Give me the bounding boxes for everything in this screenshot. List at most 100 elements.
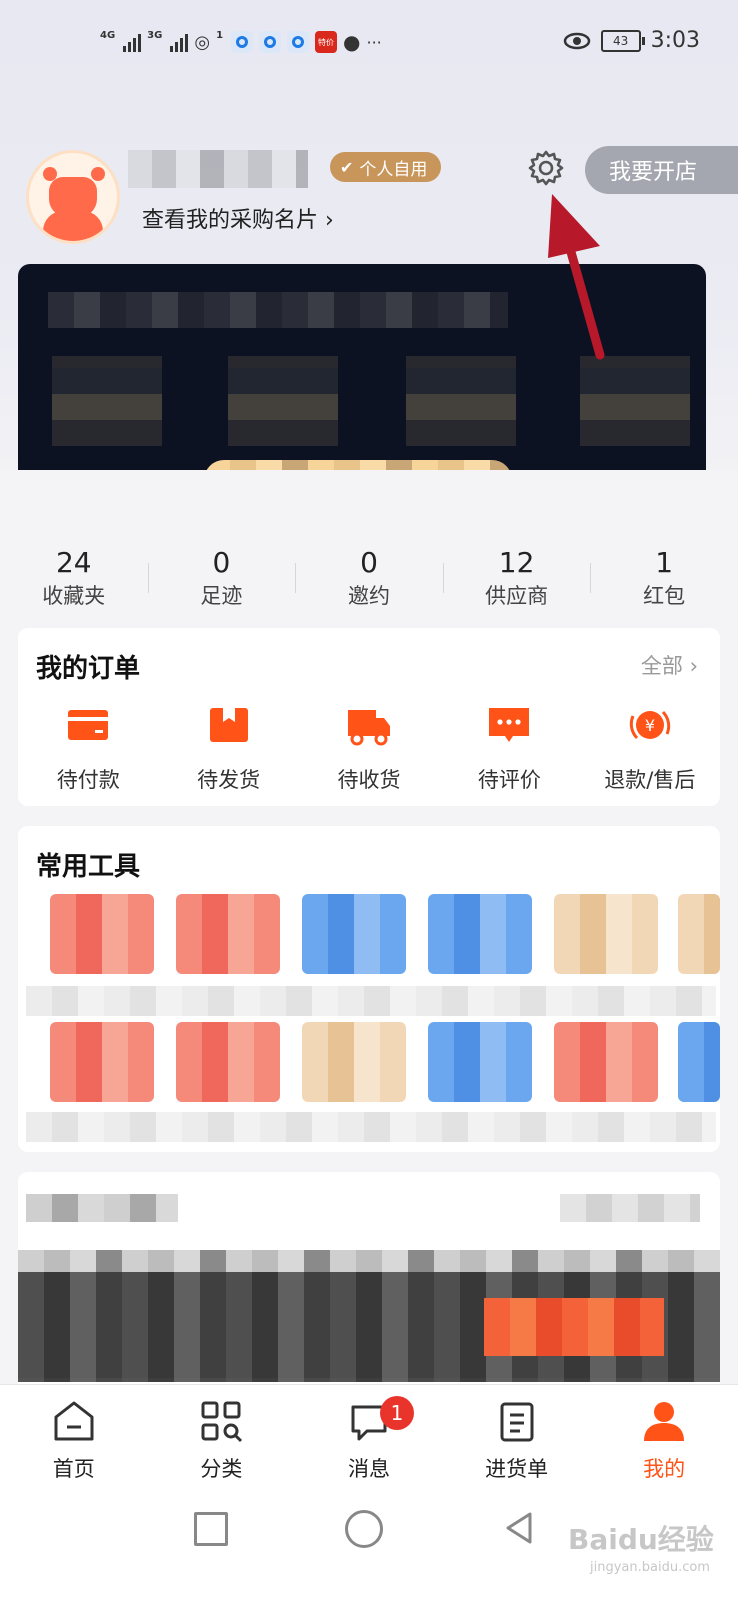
account-type-badge: ✔ 个人自用 xyxy=(330,152,442,182)
stat-label: 收藏夹 xyxy=(42,584,106,608)
avatar-ear xyxy=(91,167,105,181)
floating-banner-button-redacted[interactable] xyxy=(484,1298,664,1356)
avatar[interactable] xyxy=(26,150,120,244)
signal-3g-icon xyxy=(170,32,189,52)
settings-gear-icon[interactable] xyxy=(526,148,566,188)
tab-label: 我的 xyxy=(643,1457,686,1481)
tab-label: 分类 xyxy=(200,1457,243,1481)
app-badge-icon: 特价 xyxy=(315,31,338,53)
order-pending-review[interactable]: 待评价 xyxy=(439,702,579,794)
watermark-url: jingyan.baidu.com xyxy=(590,1560,710,1575)
orders-all-link[interactable]: 全部 › xyxy=(641,650,698,680)
refund-icon: ¥ xyxy=(629,710,670,740)
open-shop-button[interactable]: 我要开店 xyxy=(585,146,738,194)
stat-label: 邀约 xyxy=(347,584,390,608)
bottom-tab-bar: 首页 分类 消息 进货单 我的 xyxy=(0,1384,738,1491)
tool-item-redacted[interactable] xyxy=(50,1022,154,1102)
more-notifications-icon: ··· xyxy=(366,32,382,52)
status-bar: 4G 3G ◎ 1 特价 ● ··· 43 3:03 xyxy=(0,22,738,68)
tool-item-redacted[interactable] xyxy=(678,894,720,974)
tab-mine[interactable]: 我的 xyxy=(590,1385,738,1491)
category-icon xyxy=(201,1401,243,1443)
order-pending-payment[interactable]: 待付款 xyxy=(18,702,158,794)
recommendations-title-redacted xyxy=(26,1194,178,1222)
stat-value: 12 xyxy=(498,546,535,579)
stat-value: 0 xyxy=(212,546,231,579)
signal-4g-icon xyxy=(123,32,142,52)
avatar-body xyxy=(43,211,103,241)
member-benefit-redacted xyxy=(406,356,516,446)
comment-icon xyxy=(489,708,530,742)
tab-label: 首页 xyxy=(52,1457,95,1481)
tool-item-redacted[interactable] xyxy=(678,1022,720,1102)
order-label: 待收货 xyxy=(337,768,401,792)
member-benefit-redacted xyxy=(52,356,162,446)
stat-label: 红包 xyxy=(643,584,686,608)
home-button[interactable] xyxy=(345,1510,383,1548)
stat-value: 1 xyxy=(655,546,674,579)
hotspot-icon: ◎ xyxy=(194,31,211,53)
tool-labels-redacted xyxy=(26,1112,716,1142)
network-4g-label: 4G xyxy=(100,30,116,41)
tab-purchase-list[interactable]: 进货单 xyxy=(443,1385,591,1491)
tab-home[interactable]: 首页 xyxy=(0,1385,148,1491)
tool-item-redacted[interactable] xyxy=(428,894,532,974)
recent-apps-button[interactable] xyxy=(194,1512,228,1546)
member-benefit-redacted xyxy=(580,356,690,446)
tool-item-redacted[interactable] xyxy=(428,1022,532,1102)
status-right: 43 3:03 xyxy=(563,28,700,53)
message-count-badge: 1 xyxy=(380,1396,414,1430)
battery-icon: 43 xyxy=(600,29,645,52)
status-left: 4G 3G ◎ 1 特价 ● ··· xyxy=(100,30,382,54)
clipboard-icon xyxy=(500,1402,534,1442)
hotspot-count: 1 xyxy=(216,30,224,41)
back-button[interactable] xyxy=(500,1508,540,1548)
profile-icon xyxy=(644,1402,685,1441)
tools-title: 常用工具 xyxy=(36,852,141,882)
stats-row: 24 收藏夹 0 足迹 0 邀约 12 供应商 1 红包 xyxy=(0,545,738,615)
stat-value: 0 xyxy=(360,546,378,579)
order-refund[interactable]: ¥ 退款/售后 xyxy=(580,702,720,794)
stat-value: 24 xyxy=(55,546,92,579)
stat-invitations[interactable]: 0 邀约 xyxy=(295,545,443,615)
home-icon xyxy=(54,1401,94,1441)
watermark-text: Baidu经验 xyxy=(568,1523,714,1556)
app-notification-icon xyxy=(231,31,254,53)
tool-item-redacted[interactable] xyxy=(302,1022,406,1102)
card-icon xyxy=(68,710,109,740)
order-pending-receipt[interactable]: 待收货 xyxy=(299,702,439,794)
tab-label: 消息 xyxy=(347,1457,390,1481)
tool-item-redacted[interactable] xyxy=(176,894,280,974)
tool-item-redacted[interactable] xyxy=(176,1022,280,1102)
badge-label: 个人自用 xyxy=(359,159,428,180)
package-icon xyxy=(209,708,248,742)
order-label: 待发货 xyxy=(197,768,261,792)
order-status-row: 待付款 待发货 待收货 待评价 ¥ 退款/售后 xyxy=(18,702,720,794)
clock: 3:03 xyxy=(650,28,700,53)
tool-labels-redacted xyxy=(26,986,716,1016)
tab-label: 进货单 xyxy=(485,1457,549,1481)
order-pending-shipment[interactable]: 待发货 xyxy=(158,702,298,794)
tab-messages[interactable]: 消息 xyxy=(295,1385,443,1491)
orders-panel: 我的订单 全部 › 待付款 待发货 待收货 待评价 ¥ 退款/售后 xyxy=(18,628,720,806)
stat-footprints[interactable]: 0 足迹 xyxy=(147,545,296,615)
user-name-redacted xyxy=(128,150,308,188)
qq-icon: ● xyxy=(343,30,361,54)
orders-title: 我的订单 xyxy=(36,654,141,684)
app-notification-icon xyxy=(287,31,310,53)
purchase-card-link[interactable]: 查看我的采购名片 › xyxy=(142,202,334,234)
stat-red-packets[interactable]: 1 红包 xyxy=(590,545,738,615)
order-label: 待付款 xyxy=(56,768,120,792)
network-3g-label: 3G xyxy=(147,30,163,41)
tab-category[interactable]: 分类 xyxy=(148,1385,296,1491)
tool-item-redacted[interactable] xyxy=(50,894,154,974)
tools-panel: 常用工具 xyxy=(18,826,720,1152)
tool-item-redacted[interactable] xyxy=(554,894,658,974)
stat-favorites[interactable]: 24 收藏夹 xyxy=(0,545,148,615)
stat-suppliers[interactable]: 12 供应商 xyxy=(442,545,591,615)
recommendations-more-redacted[interactable] xyxy=(560,1194,700,1222)
truck-icon xyxy=(348,710,391,746)
member-benefit-redacted xyxy=(228,356,338,446)
tool-item-redacted[interactable] xyxy=(302,894,406,974)
tool-item-redacted[interactable] xyxy=(554,1022,658,1102)
